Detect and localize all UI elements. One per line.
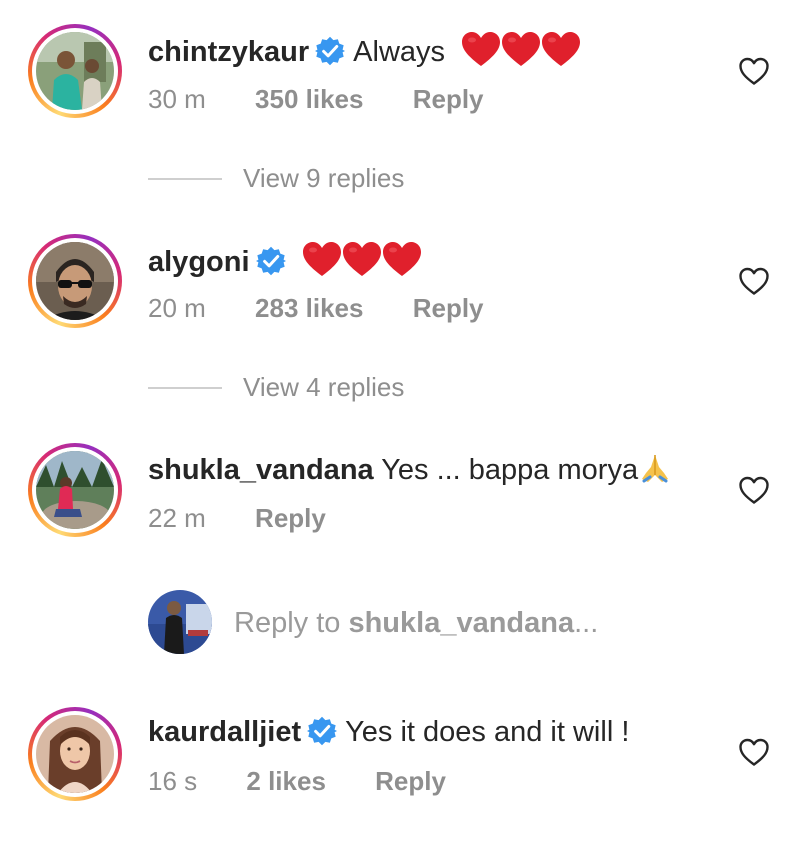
comment-username[interactable]: shukla_vandana [148,454,374,486]
reply-button[interactable]: Reply [375,766,446,796]
comment-username[interactable]: chintzykaur [148,36,309,68]
view-replies-label[interactable]: View 9 replies [243,162,404,194]
verified-badge-icon [315,36,345,66]
heart-icon [382,241,422,277]
comment-text: Always [353,36,446,68]
avatar-photo [36,242,114,320]
view-replies-button[interactable]: View 9 replies [148,162,448,194]
avatar[interactable] [28,234,122,328]
reply-to-suffix: ... [574,607,599,639]
reply-button[interactable]: Reply [413,84,484,114]
comment-likes[interactable]: 350 likes [255,84,363,114]
comment-time: 30 m [148,84,206,114]
comment-text: Yes ... bappa morya [381,454,639,486]
like-heart-icon[interactable] [738,475,770,505]
heart-icon [541,31,581,67]
folded-hands-icon [642,455,669,483]
divider-line [148,178,222,180]
reply-button[interactable]: Reply [255,503,326,533]
verified-badge-icon [256,246,286,276]
hearts-emoji [302,241,422,286]
own-avatar [148,590,212,654]
reply-to-prefix: Reply to [234,607,349,639]
reply-to-username: shukla_vandana [348,607,575,639]
heart-icon [342,241,382,277]
heart-icon [501,31,541,67]
verified-badge-icon [307,716,337,746]
view-replies-label[interactable]: View 4 replies [243,371,404,403]
like-heart-icon[interactable] [738,56,770,86]
avatar[interactable] [28,707,122,801]
comment-text: Yes it does and it will ! [345,716,630,748]
avatar-photo [36,451,114,529]
comment-time: 20 m [148,293,206,323]
avatar[interactable] [28,24,122,118]
avatar-photo [36,715,114,793]
hearts-emoji [461,31,581,76]
reply-to-label[interactable]: Reply to shukla_vandana... [234,606,598,640]
comment-username[interactable]: kaurdalljiet [148,716,301,748]
comment-likes[interactable]: 2 likes [246,766,326,796]
comment-likes[interactable]: 283 likes [255,293,363,323]
comment-time: 16 s [148,766,198,796]
comment-username[interactable]: alygoni [148,246,250,278]
view-replies-button[interactable]: View 4 replies [148,371,448,403]
avatar[interactable] [28,443,122,537]
like-heart-icon[interactable] [738,737,770,767]
divider-line [148,387,222,389]
heart-icon [461,31,501,67]
avatar-photo [36,32,114,110]
like-heart-icon[interactable] [738,266,770,296]
heart-icon [302,241,342,277]
avatar-photo [148,590,212,654]
reply-button[interactable]: Reply [413,293,484,323]
comment-time: 22 m [148,503,206,533]
